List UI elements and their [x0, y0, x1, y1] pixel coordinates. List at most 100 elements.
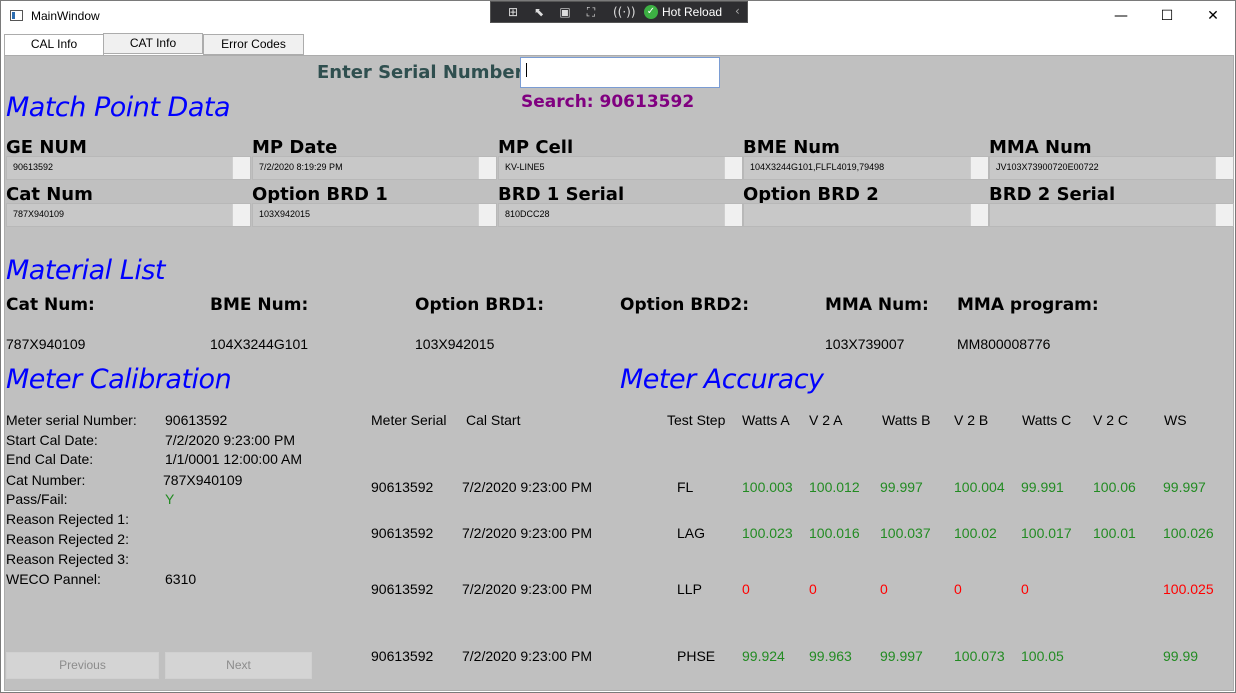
acc-cell-v2b: 0	[954, 581, 962, 597]
window-title: MainWindow	[31, 9, 100, 23]
option-brd1-field[interactable]: 103X942015	[252, 203, 497, 227]
cat-num-value: 787X940109	[13, 209, 65, 219]
app-icon	[10, 10, 23, 21]
acc-cell-v2c: 100.01	[1093, 525, 1136, 541]
acc-cell-v2a: 100.016	[809, 525, 860, 541]
ge-num-value: 90613592	[13, 162, 54, 172]
previous-button[interactable]: Previous	[6, 652, 159, 679]
mp-cell-scrollbar[interactable]	[724, 157, 742, 179]
bme-num-label: BME Num	[743, 137, 840, 158]
acc-cell-ws: 99.997	[1163, 479, 1206, 495]
meter-serial-value: 90613592	[165, 412, 228, 428]
ge-num-field[interactable]: 90613592	[6, 156, 251, 180]
tab-cal-info[interactable]: CAL Info	[4, 34, 104, 56]
xaml-debug-toolbar: ⊞ ⬉ ▣ ⛶ ((·)) ✓ Hot Reload ‹	[490, 1, 748, 23]
cat-num-label: Cat Num	[6, 184, 93, 205]
bme-num-field[interactable]: 104X3244G101,FLFL4019,79498	[743, 156, 989, 180]
select-element-icon[interactable]: ⬉	[531, 5, 547, 19]
cal-row-start: 7/2/2020 9:23:00 PM	[462, 648, 592, 664]
serial-number-input[interactable]	[520, 57, 720, 88]
cat-number-value: 787X940109	[163, 472, 243, 488]
binding-failures-icon[interactable]: ((·))	[613, 5, 636, 19]
acc-row-step: FL	[677, 479, 694, 495]
maximize-button[interactable]: ☐	[1144, 1, 1190, 32]
brd1-serial-field[interactable]: 810DCC28	[498, 203, 743, 227]
bme-num-scrollbar[interactable]	[970, 157, 988, 179]
tab-error-codes[interactable]: Error Codes	[203, 34, 304, 55]
option-brd1-label: Option BRD 1	[252, 184, 388, 205]
serial-number-label: Enter Serial Number:	[317, 62, 531, 83]
mat-bme-num-label: BME Num:	[210, 295, 309, 315]
cat-num-scrollbar[interactable]	[232, 204, 250, 226]
material-list-title: Material List	[6, 255, 165, 286]
meter-serial-label: Meter serial Number:	[6, 412, 137, 428]
mat-mma-num-value: 103X739007	[825, 336, 905, 352]
next-button[interactable]: Next	[165, 652, 312, 679]
acc-cell-watts-b: 0	[880, 581, 888, 597]
acc-cell-watts-a: 100.023	[742, 525, 793, 541]
mat-option-brd1-value: 103X942015	[415, 336, 495, 352]
ge-num-scrollbar[interactable]	[232, 157, 250, 179]
weco-pannel-label: WECO Pannel:	[6, 571, 101, 587]
acc-cell-ws: 100.026	[1163, 525, 1214, 541]
mat-mma-program-value: MM800008776	[957, 336, 1051, 352]
tab-cat-info[interactable]: CAT Info	[103, 33, 203, 54]
acc-row-step: LLP	[677, 581, 702, 597]
brd1-serial-scrollbar[interactable]	[724, 204, 742, 226]
acc-cell-watts-c: 99.991	[1021, 479, 1064, 495]
start-cal-value: 7/2/2020 9:23:00 PM	[165, 432, 295, 448]
acc-cell-ws: 99.99	[1163, 648, 1199, 664]
mat-mma-num-label: MMA Num:	[825, 295, 929, 315]
end-cal-label: End Cal Date:	[6, 451, 94, 467]
reason-rejected-3-label: Reason Rejected 3:	[6, 551, 129, 567]
close-button[interactable]: ✕	[1190, 1, 1236, 32]
option-brd1-scrollbar[interactable]	[478, 204, 496, 226]
acc-header-v2a: V 2 A	[809, 412, 843, 428]
cal-row-serial: 90613592	[371, 648, 434, 664]
title-bar: MainWindow ⊞ ⬉ ▣ ⛶ ((·)) ✓ Hot Reload ‹ …	[1, 1, 1235, 32]
mma-num-label: MMA Num	[989, 137, 1092, 158]
acc-cell-watts-c: 100.017	[1021, 525, 1072, 541]
mat-bme-num-value: 104X3244G101	[210, 336, 309, 352]
layout-adorner-icon[interactable]: ▣	[557, 5, 573, 19]
mma-num-scrollbar[interactable]	[1215, 157, 1233, 179]
acc-header-v2b: V 2 B	[954, 412, 989, 428]
acc-cell-watts-c: 100.05	[1021, 648, 1064, 664]
reason-rejected-2-label: Reason Rejected 2:	[6, 531, 129, 547]
collapse-chevron-icon[interactable]: ‹	[735, 4, 740, 18]
mp-cell-field[interactable]: KV-LINE5	[498, 156, 743, 180]
acc-cell-v2c: 100.06	[1093, 479, 1136, 495]
option-brd2-field[interactable]	[743, 203, 989, 227]
cal-row-start: 7/2/2020 9:23:00 PM	[462, 525, 592, 541]
hot-reload-label[interactable]: Hot Reload	[662, 5, 722, 19]
acc-cell-watts-b: 99.997	[880, 648, 923, 664]
text-caret	[526, 63, 527, 77]
cat-number-label: Cat Number:	[6, 472, 86, 488]
mma-num-field[interactable]: JV103X73900720E00722	[989, 156, 1234, 180]
acc-header-watts-a: Watts A	[742, 412, 790, 428]
acc-cell-v2b: 100.02	[954, 525, 997, 541]
track-focus-icon[interactable]: ⛶	[583, 5, 599, 19]
acc-row-step: LAG	[677, 525, 706, 541]
brd2-serial-field[interactable]	[989, 203, 1234, 227]
hot-reload-check-icon: ✓	[644, 5, 658, 19]
brd1-serial-label: BRD 1 Serial	[498, 184, 625, 205]
option-brd1-value: 103X942015	[259, 209, 311, 219]
option-brd2-scrollbar[interactable]	[970, 204, 988, 226]
mp-date-label: MP Date	[252, 137, 338, 158]
mma-num-value: JV103X73900720E00722	[996, 162, 1099, 172]
acc-header-watts-c: Watts C	[1022, 412, 1072, 428]
acc-cell-v2b: 100.073	[954, 648, 1005, 664]
cal-row-serial: 90613592	[371, 479, 434, 495]
mp-date-scrollbar[interactable]	[478, 157, 496, 179]
mp-date-field[interactable]: 7/2/2020 8:19:29 PM	[252, 156, 497, 180]
acc-cell-ws: 100.025	[1163, 581, 1214, 597]
live-tree-icon[interactable]: ⊞	[505, 5, 521, 19]
acc-cell-watts-a: 100.003	[742, 479, 793, 495]
cat-num-field[interactable]: 787X940109	[6, 203, 251, 227]
acc-cell-watts-a: 99.924	[742, 648, 785, 664]
cal-start-header: Cal Start	[466, 412, 521, 428]
minimize-button[interactable]: —	[1098, 1, 1144, 32]
acc-header-test-step: Test Step	[667, 412, 726, 428]
brd2-serial-scrollbar[interactable]	[1215, 204, 1233, 226]
